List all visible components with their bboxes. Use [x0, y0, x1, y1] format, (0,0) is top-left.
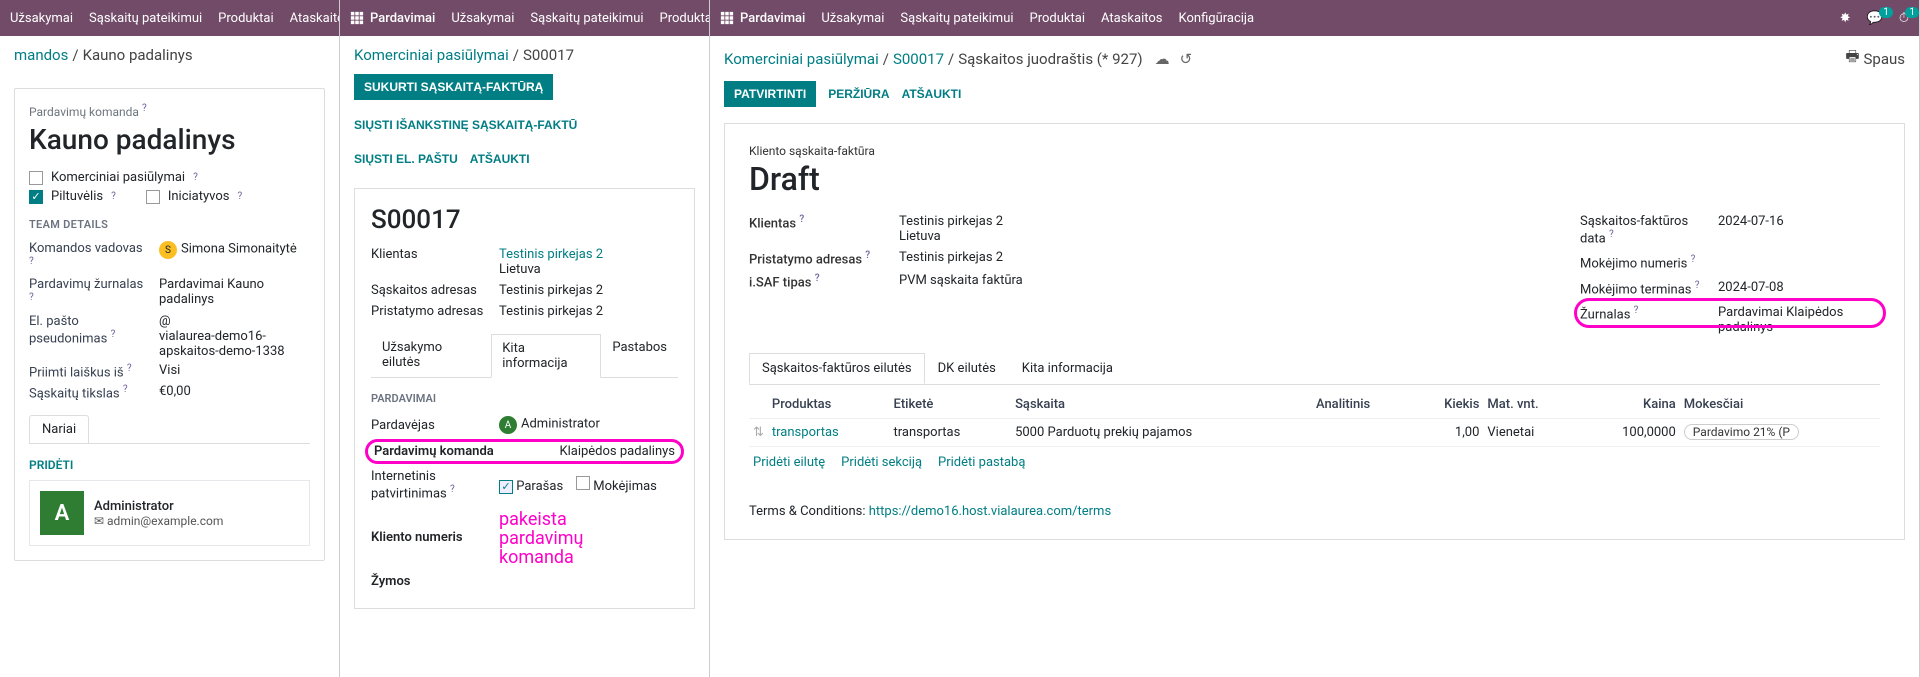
- line-product[interactable]: transportas: [772, 425, 839, 440]
- chk-signature[interactable]: ✓: [499, 480, 513, 494]
- crumb-order3[interactable]: S00017: [893, 50, 944, 68]
- crumb-order: S00017: [523, 46, 574, 64]
- add-section[interactable]: Pridėti sekciją: [841, 455, 922, 470]
- chk-iniciatyvos[interactable]: [146, 190, 160, 204]
- section-sales: PARDAVIMAI: [371, 392, 678, 405]
- avatar-leader: S: [159, 241, 177, 259]
- pane-invoice: Pardavimai Užsakymai Sąskaitų pateikimui…: [710, 0, 1920, 677]
- add-note[interactable]: Pridėti pastabą: [938, 455, 1025, 470]
- terms-link[interactable]: https://demo16.host.vialaurea.com/terms: [869, 504, 1111, 519]
- member-email: admin@example.com: [107, 514, 223, 528]
- chk-komerciniai[interactable]: [29, 171, 43, 185]
- crumb-offers3[interactable]: Komerciniai pasiūlymai: [724, 50, 879, 68]
- tax-chip[interactable]: Pardavimo 21% (P: [1684, 424, 1799, 440]
- section-team-details: TEAM DETAILS: [29, 218, 310, 231]
- crumb-draft: Sąskaitos juodraštis (* 927): [958, 50, 1142, 68]
- bug-icon[interactable]: ✸: [1840, 11, 1851, 26]
- table-row[interactable]: ⇅ transportas transportas 5000 Parduotų …: [749, 418, 1880, 446]
- team-title: Kauno padalinys: [29, 123, 310, 156]
- cloud-icon[interactable]: ☁: [1155, 50, 1170, 68]
- apps-icon[interactable]: [350, 11, 364, 25]
- chk-payment[interactable]: [576, 476, 590, 490]
- undo-icon[interactable]: ↺: [1180, 50, 1193, 68]
- tab-nariai[interactable]: Nariai: [29, 415, 89, 443]
- breadcrumbs-3: Komerciniai pasiūlymai / S00017 / Sąskai…: [710, 36, 1919, 81]
- avatar-admin: A: [40, 491, 84, 535]
- crumb-team-name: Kauno padalinys: [83, 46, 193, 64]
- tab-other-info[interactable]: Kita informacija: [491, 334, 601, 378]
- chk-piltuvelis[interactable]: ✓: [29, 190, 43, 204]
- tab-lines[interactable]: Užsakymo eilutės: [371, 333, 491, 377]
- nav-uzsakymai[interactable]: Užsakymai: [10, 11, 73, 26]
- tab-invoice-lines[interactable]: Sąskaitos-faktūros eilutės: [749, 353, 925, 384]
- apps-icon[interactable]: [720, 11, 734, 25]
- customer-link[interactable]: Testinis pirkejas 2: [499, 247, 603, 262]
- nav-saskaitu[interactable]: Sąskaitų pateikimui: [89, 11, 202, 26]
- invoice-title: Draft: [749, 160, 1880, 198]
- btn-create-invoice[interactable]: SUKURTI SĄSKAITĄ-FAKTŪRĄ: [354, 74, 553, 100]
- topbar-1: Užsakymai Sąskaitų pateikimui Produktai …: [0, 0, 339, 36]
- avatar-salesperson: A: [499, 416, 517, 434]
- invoice-lines-table: Produktas Etiketė Sąskaita Analitinis Ki…: [749, 391, 1880, 447]
- annotation-changed: pakeista pardavimų komanda: [499, 511, 678, 568]
- clock-icon[interactable]: ⏱1: [1899, 11, 1909, 26]
- btn-send-email[interactable]: SIŲSTI EL. PAŠTU: [354, 146, 458, 172]
- add-line[interactable]: Pridėti eilutę: [753, 455, 825, 470]
- breadcrumbs-1: mandos / Kauno padalinys: [0, 36, 339, 74]
- nav-ataskaitos[interactable]: Ataskaitos: [290, 11, 339, 26]
- chat-icon[interactable]: 💬1: [1867, 11, 1883, 26]
- crumb-offers[interactable]: Komerciniai pasiūlymai: [354, 46, 509, 64]
- tab-notes[interactable]: Pastabos: [601, 333, 678, 377]
- invoice-type-label: Kliento sąskaita-faktūra: [749, 144, 1880, 158]
- btn-cancel-order[interactable]: ATŠAUKTI: [470, 146, 530, 172]
- btn-confirm[interactable]: PATVIRTINTI: [724, 81, 816, 107]
- pane-sales-team: Užsakymai Sąskaitų pateikimui Produktai …: [0, 0, 340, 677]
- print-button[interactable]: 🖶 Spaus: [1845, 46, 1905, 71]
- btn-send-proforma[interactable]: SIŲSTI IŠANKSTINĘ SĄSKAITĄ-FAKTŪ: [354, 112, 577, 138]
- tab-gl-lines[interactable]: DK eilutės: [925, 353, 1009, 384]
- topbar-2: Pardavimai Užsakymai Sąskaitų pateikimui…: [340, 0, 709, 36]
- field-team-label: Pardavimų komanda ?: [29, 103, 310, 119]
- pane-sales-order: Pardavimai Užsakymai Sąskaitų pateikimui…: [340, 0, 710, 677]
- order-number: S00017: [371, 205, 678, 235]
- btn-cancel-invoice[interactable]: ATŠAUKTI: [902, 81, 962, 107]
- topbar-3: Pardavimai Užsakymai Sąskaitų pateikimui…: [710, 0, 1919, 36]
- member-card[interactable]: A Administrator ✉ admin@example.com: [29, 480, 310, 546]
- crumb-teams[interactable]: mandos: [14, 46, 68, 64]
- terms-text: Terms & Conditions: https://demo16.host.…: [749, 504, 1880, 519]
- btn-preview[interactable]: PERŽIŪRA: [828, 81, 889, 107]
- highlight-sales-team: Pardavimų komanda Klaipėdos padalinys: [365, 439, 684, 464]
- breadcrumbs-2: Komerciniai pasiūlymai / S00017: [340, 36, 709, 74]
- drag-handle-icon[interactable]: ⇅: [749, 418, 768, 446]
- add-member-link[interactable]: PRIDĖTI: [29, 458, 310, 472]
- brand-3[interactable]: Pardavimai: [720, 11, 805, 26]
- brand-2[interactable]: Pardavimai: [350, 11, 435, 26]
- tab-other-info3[interactable]: Kita informacija: [1009, 353, 1126, 384]
- member-name: Administrator: [94, 499, 223, 514]
- nav-produktai[interactable]: Produktai: [218, 11, 273, 26]
